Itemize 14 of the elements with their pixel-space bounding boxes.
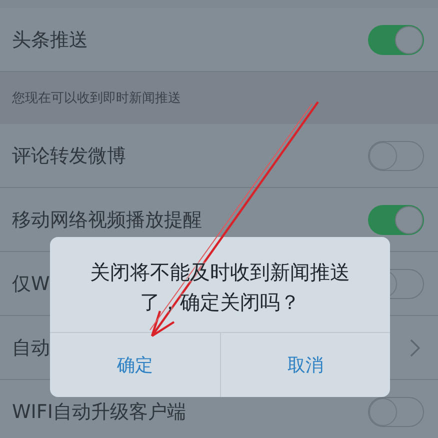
chevron-right-icon [410, 338, 420, 356]
setting-label: 移动网络视频播放提醒 [12, 208, 202, 232]
setting-label: 头条推送 [12, 28, 88, 52]
setting-label: 仅W [12, 272, 50, 296]
section-caption: 您现在可以收到即时新闻推送 [12, 90, 181, 107]
toggle-switch[interactable] [368, 204, 424, 234]
setting-label: 自动 [12, 336, 50, 360]
toggle-switch[interactable] [368, 140, 424, 170]
dialog-button[interactable]: 取消 [220, 333, 390, 397]
toggle-switch[interactable] [368, 24, 424, 54]
setting-label: 评论转发微博 [12, 144, 126, 168]
dialog-button[interactable]: 确定 [50, 333, 220, 397]
toggle-switch[interactable] [368, 396, 424, 426]
setting-label: WIFI自动升级客户端 [12, 400, 186, 424]
